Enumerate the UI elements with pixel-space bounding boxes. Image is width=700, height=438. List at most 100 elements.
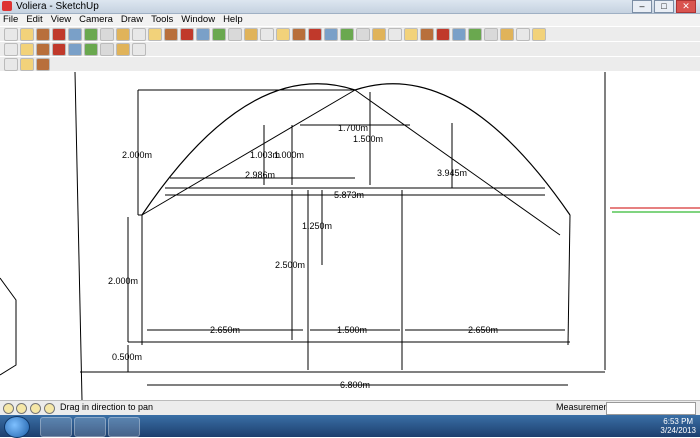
dim-text-5873: 5.873m	[334, 190, 364, 200]
clock-date: 3/24/2013	[660, 426, 696, 435]
circle-icon[interactable]	[52, 42, 66, 56]
component-icon[interactable]	[484, 27, 498, 41]
model-viewport[interactable]: 2.000m 1.700m 1.500m 1.003m 1.000m 2.986…	[0, 71, 700, 401]
move-icon[interactable]	[132, 27, 146, 41]
offset-icon[interactable]	[164, 27, 178, 41]
dim-text-2650-left: 2.650m	[210, 325, 240, 335]
paint-icon[interactable]	[100, 42, 114, 56]
orbit-icon[interactable]	[308, 27, 322, 41]
left-rafter	[141, 89, 356, 216]
menu-bar: File Edit View Camera Draw Tools Window …	[0, 14, 700, 26]
zoom-icon[interactable]	[340, 27, 354, 41]
eraser-icon[interactable]	[84, 42, 98, 56]
select-icon[interactable]	[4, 27, 18, 41]
dim-text-6800: 6.800m	[340, 380, 370, 390]
rectangle-icon[interactable]	[36, 42, 50, 56]
rotate-icon[interactable]	[148, 27, 162, 41]
rotate-icon[interactable]	[4, 57, 18, 71]
tape-icon[interactable]	[212, 27, 226, 41]
offset-icon[interactable]	[20, 57, 34, 71]
left-object-outline	[0, 277, 17, 376]
window-controls: – □ ✕	[632, 0, 696, 13]
minimize-button[interactable]: –	[632, 0, 652, 13]
select-icon[interactable]	[4, 42, 18, 56]
credits-icon[interactable]	[16, 403, 27, 414]
right-post	[567, 214, 571, 346]
arc-icon[interactable]	[68, 42, 82, 56]
text-icon[interactable]	[260, 27, 274, 41]
dim-text-2500: 2.500m	[275, 260, 305, 270]
geo-location-icon[interactable]	[3, 403, 14, 414]
menu-file[interactable]: File	[3, 14, 18, 26]
windows-taskbar: 6:53 PM 3/24/2013	[0, 415, 700, 438]
dim-text-2650-right: 2.650m	[468, 325, 498, 335]
section-icon[interactable]	[468, 27, 482, 41]
menu-view[interactable]: View	[51, 14, 71, 26]
secondary-toolbar	[0, 42, 700, 56]
pencil-icon[interactable]	[20, 42, 34, 56]
pushpull-icon[interactable]	[116, 42, 130, 56]
menu-help[interactable]: Help	[223, 14, 243, 26]
window-title: Voliera - SketchUp	[16, 1, 99, 12]
start-button[interactable]	[4, 416, 30, 438]
menu-window[interactable]: Window	[181, 14, 215, 26]
axes-icon[interactable]	[276, 27, 290, 41]
taskbar-paint-icon[interactable]	[108, 417, 140, 437]
rectangle-icon[interactable]	[36, 27, 50, 41]
position-camera-icon[interactable]	[420, 27, 434, 41]
status-message: Drag in direction to pan	[60, 402, 154, 412]
drawing-canvas[interactable]: 2.000m 1.700m 1.500m 1.003m 1.000m 2.986…	[0, 71, 700, 401]
maximize-button[interactable]: □	[654, 0, 674, 13]
zoomwindow-icon[interactable]	[356, 27, 370, 41]
dim-text-1000: 1.000m	[274, 150, 304, 160]
move-icon[interactable]	[132, 42, 146, 56]
pushpull-icon[interactable]	[116, 27, 130, 41]
dim-text-1500v: 1.500m	[353, 134, 383, 144]
menu-camera[interactable]: Camera	[79, 14, 113, 26]
menu-edit[interactable]: Edit	[26, 14, 42, 26]
followme-icon[interactable]	[36, 57, 50, 71]
protractor-icon[interactable]	[244, 27, 258, 41]
3dtext-icon[interactable]	[292, 27, 306, 41]
clock-time: 6:53 PM	[663, 417, 694, 426]
title-bar: Voliera - SketchUp – □ ✕	[0, 0, 700, 14]
instructor-icon[interactable]	[44, 403, 55, 414]
next-icon[interactable]	[404, 27, 418, 41]
share-icon[interactable]	[516, 27, 530, 41]
dim-text-1250: 1.250m	[302, 221, 332, 231]
pan-icon[interactable]	[324, 27, 338, 41]
taskbar-chrome-icon[interactable]	[40, 417, 72, 437]
help-icon[interactable]	[30, 403, 41, 414]
main-toolbar	[0, 27, 700, 41]
zoomextents-icon[interactable]	[372, 27, 386, 41]
circle-icon[interactable]	[52, 27, 66, 41]
dim-text-2000-top: 2.000m	[122, 150, 152, 160]
previous-icon[interactable]	[388, 27, 402, 41]
dim-text-1700: 1.700m	[338, 123, 368, 133]
dim-text-0500: 0.500m	[112, 352, 142, 362]
dim-text-1500h: 1.500m	[337, 325, 367, 335]
walk-icon[interactable]	[436, 27, 450, 41]
warehouse-icon[interactable]	[500, 27, 514, 41]
menu-tools[interactable]: Tools	[151, 14, 173, 26]
status-bar: Drag in direction to pan Measurements	[0, 400, 700, 415]
paint-icon[interactable]	[100, 27, 114, 41]
left-edge-line	[74, 71, 83, 401]
lookaround-icon[interactable]	[452, 27, 466, 41]
followme-icon[interactable]	[180, 27, 194, 41]
menu-draw[interactable]: Draw	[121, 14, 143, 26]
extension-icon[interactable]	[532, 27, 546, 41]
arc-icon[interactable]	[68, 27, 82, 41]
dim-text-2000-mid: 2.000m	[108, 276, 138, 286]
scale-icon[interactable]	[196, 27, 210, 41]
close-button[interactable]: ✕	[676, 0, 696, 13]
measurements-input[interactable]	[606, 402, 696, 415]
eraser-icon[interactable]	[84, 27, 98, 41]
tertiary-toolbar	[0, 57, 700, 71]
dimension-icon[interactable]	[228, 27, 242, 41]
dim-text-2986: 2.986m	[245, 170, 275, 180]
pencil-icon[interactable]	[20, 27, 34, 41]
dim-text-3945: 3.945m	[437, 168, 467, 178]
sketchup-app-icon	[2, 1, 12, 11]
taskbar-sketchup-icon[interactable]	[74, 417, 106, 437]
